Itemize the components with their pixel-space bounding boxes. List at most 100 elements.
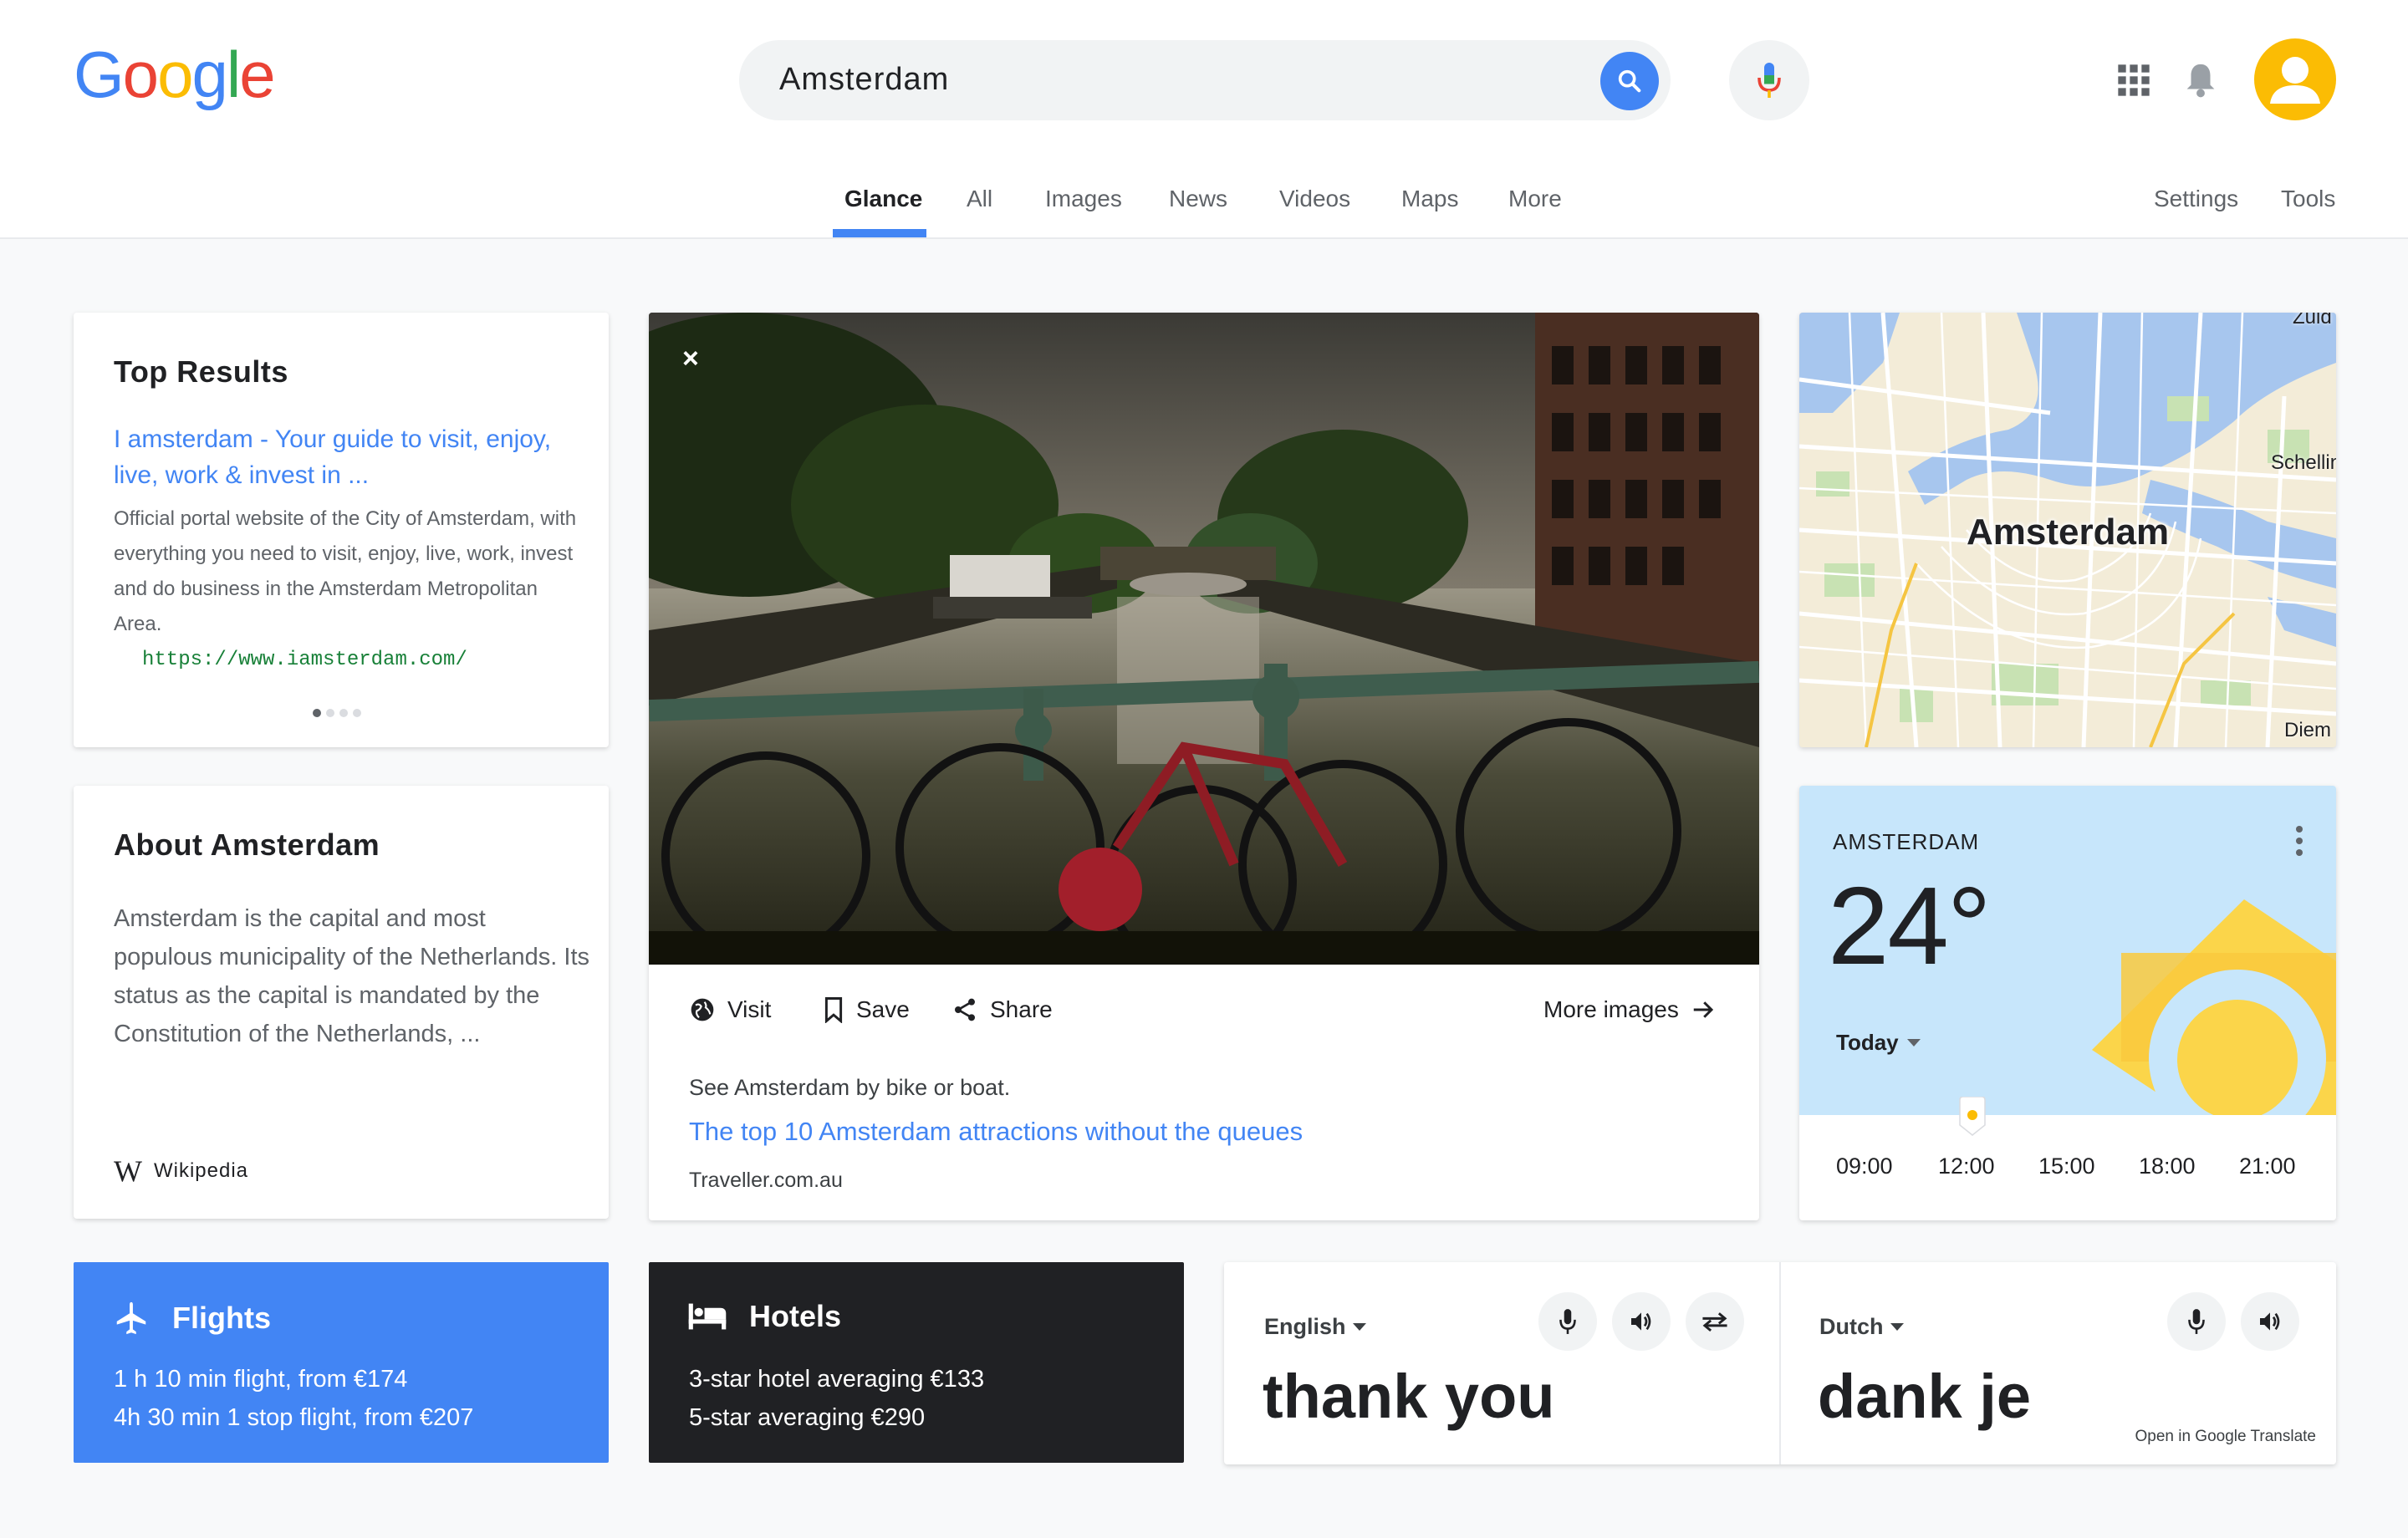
account-avatar[interactable] — [2254, 38, 2336, 120]
target-language-select[interactable]: Dutch — [1819, 1314, 1904, 1340]
hour-label[interactable]: 09:00 — [1836, 1154, 1893, 1179]
flights-card[interactable]: Flights 1 h 10 min flight, from €174 4h … — [74, 1262, 609, 1463]
share-label: Share — [990, 996, 1053, 1022]
more-images-label: More images — [1543, 996, 1679, 1022]
hotels-card[interactable]: Hotels 3-star hotel averaging €133 5-sta… — [649, 1262, 1184, 1463]
hour-label[interactable]: 18:00 — [2139, 1154, 2196, 1179]
flight-option: 4h 30 min 1 stop flight, from €207 — [114, 1404, 474, 1431]
article-link[interactable]: The top 10 Amsterdam attractions without… — [689, 1117, 1303, 1147]
image-card: × Visit Save Share More images See Amste… — [649, 313, 1759, 1220]
active-tab-indicator — [833, 229, 926, 237]
pager-dot[interactable] — [339, 709, 348, 717]
result-link[interactable]: I amsterdam - Your guide to visit, enjoy… — [114, 421, 582, 493]
apps-grid-icon — [2118, 64, 2150, 96]
header: Google Amsterdam Glance All Images News … — [0, 0, 2408, 239]
arrow-right-icon — [1693, 1001, 1713, 1018]
google-logo[interactable]: Google — [74, 37, 276, 113]
tab-images[interactable]: Images — [1045, 186, 1122, 212]
tab-glance[interactable]: Glance — [844, 186, 922, 212]
map-city-label: Amsterdam — [1967, 512, 2170, 553]
share-button[interactable]: Share — [951, 996, 1053, 1023]
more-vert-icon[interactable] — [2294, 824, 2304, 858]
about-title: About Amsterdam — [114, 828, 380, 862]
image-actions: Visit Save Share More images — [649, 965, 1759, 1052]
bell-icon — [2186, 64, 2215, 98]
weather-temperature: 24° — [1828, 864, 1992, 987]
weather-card: AMSTERDAM 24° Today 09:00 12:00 15:00 18… — [1799, 786, 2336, 1220]
volume-icon — [1631, 1312, 1651, 1331]
mic-icon — [1758, 63, 1781, 98]
logo-letter: G — [74, 38, 125, 111]
time-slider-handle[interactable] — [1958, 1097, 1987, 1137]
about-description: Amsterdam is the capital and most populo… — [114, 905, 590, 1047]
source-mic-button[interactable] — [1538, 1292, 1597, 1351]
wikipedia-logo: W — [114, 1154, 142, 1188]
logo-letter: o — [122, 38, 159, 111]
translate-divider — [1779, 1262, 1781, 1464]
about-card: About Amsterdam Amsterdam is the capital… — [74, 786, 609, 1219]
map-edge-label: Schellin — [2271, 451, 2336, 474]
map-card[interactable]: Amsterdam Zuid Schellin Diem — [1799, 313, 2336, 747]
source-speak-button[interactable] — [1612, 1292, 1671, 1351]
tools-link[interactable]: Tools — [2281, 186, 2335, 212]
translated-text: dank je — [1818, 1362, 2031, 1431]
tab-news[interactable]: News — [1169, 186, 1227, 212]
image-caption: See Amsterdam by bike or boat. — [689, 1075, 1011, 1100]
airplane-icon — [116, 1301, 146, 1335]
source-text[interactable]: thank you — [1263, 1361, 1554, 1432]
settings-link[interactable]: Settings — [2154, 186, 2238, 212]
voice-search-button[interactable] — [1729, 40, 1809, 120]
bed-icon — [688, 1303, 727, 1330]
notifications-button[interactable] — [2184, 60, 2221, 100]
more-images-button[interactable]: More images — [1543, 996, 1716, 1023]
target-mic-button[interactable] — [2167, 1292, 2226, 1351]
result-url[interactable]: https://www.iamsterdam.com/ — [142, 649, 467, 671]
caret-down-icon — [1906, 1038, 1921, 1047]
hour-label[interactable]: 15:00 — [2038, 1154, 2095, 1179]
translate-card: English thank you Dutch dank je Open in … — [1224, 1262, 2336, 1464]
apps-button[interactable] — [2117, 64, 2150, 97]
weather-city: AMSTERDAM — [1833, 829, 1980, 854]
caret-down-icon — [1890, 1322, 1904, 1331]
tab-all[interactable]: All — [967, 186, 992, 212]
hotel-option: 3-star hotel averaging €133 — [689, 1366, 985, 1393]
search-box[interactable]: Amsterdam — [739, 40, 1671, 120]
source-language-select[interactable]: English — [1264, 1314, 1366, 1340]
tab-more[interactable]: More — [1508, 186, 1562, 212]
search-button[interactable] — [1600, 52, 1659, 110]
hotel-option: 5-star averaging €290 — [689, 1404, 926, 1431]
photo-illustration — [649, 313, 1759, 965]
pager-dot[interactable] — [353, 709, 361, 717]
weather-period-dropdown[interactable]: Today — [1836, 1030, 1921, 1056]
volume-icon — [2260, 1312, 2280, 1331]
pager-dot[interactable] — [326, 709, 334, 717]
caret-down-icon — [1352, 1322, 1366, 1331]
flights-title: Flights — [172, 1301, 271, 1335]
tab-maps[interactable]: Maps — [1401, 186, 1458, 212]
swap-languages-button[interactable] — [1686, 1292, 1744, 1351]
map-edge-label: Zuid — [2293, 313, 2332, 328]
logo-letter: o — [157, 38, 193, 111]
save-button[interactable]: Save — [823, 996, 910, 1023]
target-speak-button[interactable] — [2241, 1292, 2299, 1351]
globe-icon — [691, 998, 714, 1021]
top-results-card: Top Results I amsterdam - Your guide to … — [74, 313, 609, 747]
search-icon — [1618, 69, 1641, 93]
logo-letter: e — [239, 38, 275, 111]
wikipedia-source[interactable]: W Wikipedia — [114, 1154, 248, 1189]
open-google-translate-link[interactable]: Open in Google Translate — [2135, 1428, 2316, 1446]
top-results-title: Top Results — [114, 354, 288, 389]
hour-label[interactable]: 21:00 — [2239, 1154, 2296, 1179]
hour-label[interactable]: 12:00 — [1938, 1154, 1995, 1179]
flight-option: 1 h 10 min flight, from €174 — [114, 1366, 408, 1393]
pager-dot[interactable] — [313, 709, 321, 717]
result-description: Official portal website of the City of A… — [114, 507, 577, 635]
mic-icon — [2188, 1309, 2205, 1334]
search-input[interactable]: Amsterdam — [779, 62, 949, 98]
amsterdam-canal-photo[interactable]: × — [649, 313, 1759, 965]
visit-button[interactable]: Visit — [689, 996, 771, 1023]
visit-label: Visit — [727, 996, 772, 1022]
tab-videos[interactable]: Videos — [1279, 186, 1350, 212]
close-icon[interactable]: × — [682, 343, 699, 375]
article-source: Traveller.com.au — [689, 1169, 843, 1192]
